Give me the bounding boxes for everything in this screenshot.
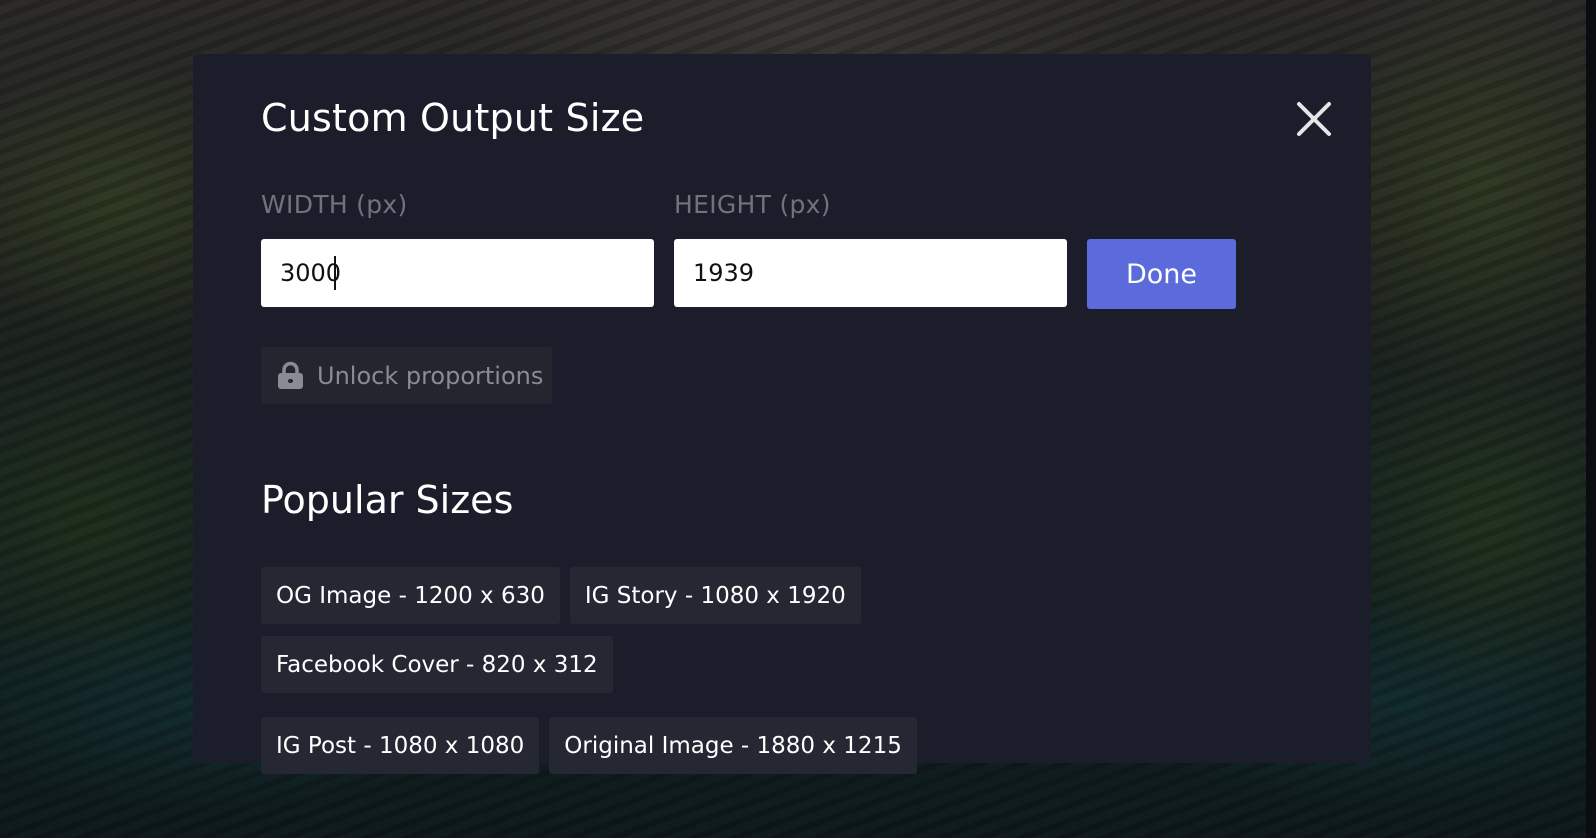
popular-sizes-title: Popular Sizes (261, 478, 514, 522)
size-option-original-image[interactable]: Original Image - 1880 x 1215 (549, 717, 917, 774)
window-edge (1586, 0, 1596, 838)
dialog-title: Custom Output Size (261, 96, 645, 140)
size-option-og-image[interactable]: OG Image - 1200 x 630 (261, 567, 560, 624)
popular-sizes-list: OG Image - 1200 x 630 IG Story - 1080 x … (261, 567, 1221, 774)
close-button[interactable] (1295, 100, 1333, 138)
unlock-proportions-button[interactable]: Unlock proportions (261, 347, 552, 404)
done-button[interactable]: Done (1087, 239, 1236, 309)
lock-icon (278, 361, 303, 389)
width-input[interactable] (261, 239, 654, 307)
close-icon (1297, 102, 1331, 136)
custom-output-size-dialog: Custom Output Size WIDTH (px) HEIGHT (px… (193, 54, 1371, 774)
text-caret (334, 256, 336, 290)
width-label: WIDTH (px) (261, 190, 408, 219)
size-option-facebook-cover[interactable]: Facebook Cover - 820 x 312 (261, 636, 613, 693)
height-label: HEIGHT (px) (674, 190, 831, 219)
height-input[interactable] (674, 239, 1067, 307)
size-option-ig-post[interactable]: IG Post - 1080 x 1080 (261, 717, 540, 774)
size-option-ig-story[interactable]: IG Story - 1080 x 1920 (569, 567, 861, 624)
unlock-proportions-label: Unlock proportions (317, 361, 544, 390)
